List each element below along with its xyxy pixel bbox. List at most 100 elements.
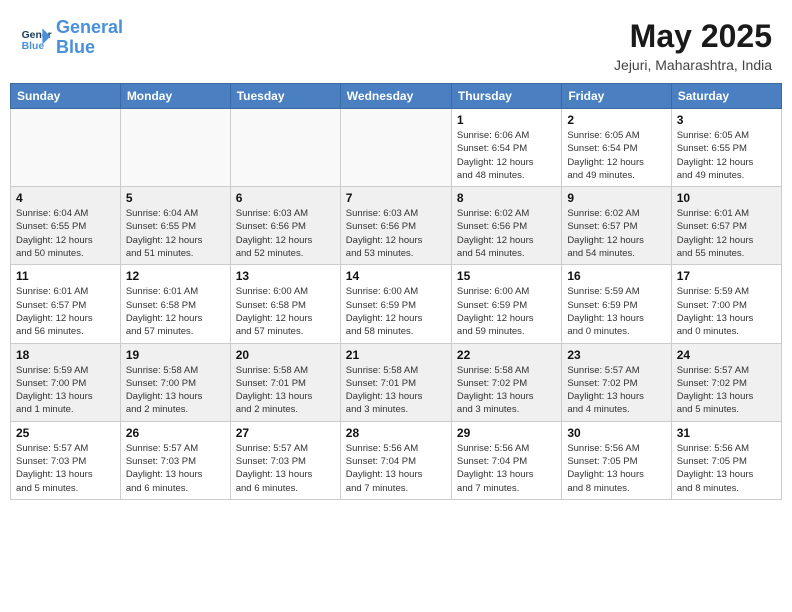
calendar-day-cell: 19 Sunrise: 5:58 AM Sunset: 7:00 PM Dayli… <box>120 343 230 421</box>
day-info: Sunrise: 5:57 AM Sunset: 7:03 PM Dayligh… <box>16 442 115 495</box>
day-number: 29 <box>457 426 556 440</box>
calendar-day-cell: 25Sunrise: 5:57 AM Sunset: 7:03 PM Dayli… <box>11 421 121 499</box>
calendar-week-row: 4 Sunrise: 6:04 AM Sunset: 6:55 PM Daylig… <box>11 187 782 265</box>
day-info: Sunrise: 6:05 AM Sunset: 6:54 PM Dayligh… <box>567 129 665 182</box>
day-number: 30 <box>567 426 665 440</box>
day-number: 12 <box>126 269 225 283</box>
day-info: Sunrise: 6:03 AM Sunset: 6:56 PM Dayligh… <box>346 207 446 260</box>
day-info: Sunrise: 5:56 AM Sunset: 7:04 PM Dayligh… <box>346 442 446 495</box>
day-number: 22 <box>457 348 556 362</box>
main-title: May 2025 <box>614 18 772 55</box>
calendar-day-cell: 12 Sunrise: 6:01 AM Sunset: 6:58 PM Dayli… <box>120 265 230 343</box>
day-info: Sunrise: 5:56 AM Sunset: 7:05 PM Dayligh… <box>567 442 665 495</box>
calendar-week-row: 1 Sunrise: 6:06 AM Sunset: 6:54 PM Daylig… <box>11 109 782 187</box>
day-number: 7 <box>346 191 446 205</box>
calendar-day-cell: 23Sunrise: 5:57 AM Sunset: 7:02 PM Dayli… <box>562 343 671 421</box>
day-number: 24 <box>677 348 776 362</box>
day-info: Sunrise: 5:58 AM Sunset: 7:00 PM Dayligh… <box>126 364 225 417</box>
day-info: Sunrise: 5:58 AM Sunset: 7:01 PM Dayligh… <box>346 364 446 417</box>
calendar-week-row: 18 Sunrise: 5:59 AM Sunset: 7:00 PM Dayli… <box>11 343 782 421</box>
calendar-day-cell: 20 Sunrise: 5:58 AM Sunset: 7:01 PM Dayli… <box>230 343 340 421</box>
day-info: Sunrise: 6:01 AM Sunset: 6:58 PM Dayligh… <box>126 285 225 338</box>
calendar-week-row: 25Sunrise: 5:57 AM Sunset: 7:03 PM Dayli… <box>11 421 782 499</box>
day-number: 15 <box>457 269 556 283</box>
day-number: 28 <box>346 426 446 440</box>
calendar-day-cell: 1 Sunrise: 6:06 AM Sunset: 6:54 PM Daylig… <box>451 109 561 187</box>
day-number: 16 <box>567 269 665 283</box>
weekday-monday: Monday <box>120 84 230 109</box>
calendar-day-cell: 17 Sunrise: 5:59 AM Sunset: 7:00 PM Dayli… <box>671 265 781 343</box>
weekday-sunday: Sunday <box>11 84 121 109</box>
calendar-day-cell: 31Sunrise: 5:56 AM Sunset: 7:05 PM Dayli… <box>671 421 781 499</box>
day-info: Sunrise: 6:04 AM Sunset: 6:55 PM Dayligh… <box>126 207 225 260</box>
day-number: 17 <box>677 269 776 283</box>
logo-text: GeneralBlue <box>56 18 123 58</box>
calendar-day-cell <box>120 109 230 187</box>
weekday-wednesday: Wednesday <box>340 84 451 109</box>
day-info: Sunrise: 5:57 AM Sunset: 7:02 PM Dayligh… <box>677 364 776 417</box>
calendar-day-cell: 9Sunrise: 6:02 AM Sunset: 6:57 PM Daylig… <box>562 187 671 265</box>
weekday-header-row: SundayMondayTuesdayWednesdayThursdayFrid… <box>11 84 782 109</box>
day-number: 11 <box>16 269 115 283</box>
calendar: SundayMondayTuesdayWednesdayThursdayFrid… <box>10 83 782 500</box>
day-number: 19 <box>126 348 225 362</box>
calendar-day-cell: 10 Sunrise: 6:01 AM Sunset: 6:57 PM Dayli… <box>671 187 781 265</box>
day-info: Sunrise: 6:03 AM Sunset: 6:56 PM Dayligh… <box>236 207 335 260</box>
calendar-day-cell: 13Sunrise: 6:00 AM Sunset: 6:58 PM Dayli… <box>230 265 340 343</box>
day-info: Sunrise: 5:57 AM Sunset: 7:03 PM Dayligh… <box>126 442 225 495</box>
title-area: May 2025 Jejuri, Maharashtra, India <box>614 18 772 73</box>
calendar-day-cell: 5 Sunrise: 6:04 AM Sunset: 6:55 PM Daylig… <box>120 187 230 265</box>
calendar-day-cell: 3Sunrise: 6:05 AM Sunset: 6:55 PM Daylig… <box>671 109 781 187</box>
calendar-day-cell: 28 Sunrise: 5:56 AM Sunset: 7:04 PM Dayli… <box>340 421 451 499</box>
day-number: 18 <box>16 348 115 362</box>
calendar-week-row: 11 Sunrise: 6:01 AM Sunset: 6:57 PM Dayli… <box>11 265 782 343</box>
day-info: Sunrise: 6:02 AM Sunset: 6:56 PM Dayligh… <box>457 207 556 260</box>
logo: General Blue GeneralBlue <box>20 18 123 58</box>
day-number: 4 <box>16 191 115 205</box>
day-info: Sunrise: 5:57 AM Sunset: 7:03 PM Dayligh… <box>236 442 335 495</box>
calendar-day-cell: 4 Sunrise: 6:04 AM Sunset: 6:55 PM Daylig… <box>11 187 121 265</box>
day-info: Sunrise: 5:58 AM Sunset: 7:02 PM Dayligh… <box>457 364 556 417</box>
weekday-friday: Friday <box>562 84 671 109</box>
calendar-day-cell: 29Sunrise: 5:56 AM Sunset: 7:04 PM Dayli… <box>451 421 561 499</box>
calendar-day-cell: 6Sunrise: 6:03 AM Sunset: 6:56 PM Daylig… <box>230 187 340 265</box>
day-info: Sunrise: 5:59 AM Sunset: 7:00 PM Dayligh… <box>16 364 115 417</box>
day-number: 1 <box>457 113 556 127</box>
calendar-day-cell: 14Sunrise: 6:00 AM Sunset: 6:59 PM Dayli… <box>340 265 451 343</box>
day-number: 5 <box>126 191 225 205</box>
day-info: Sunrise: 6:06 AM Sunset: 6:54 PM Dayligh… <box>457 129 556 182</box>
calendar-day-cell: 15 Sunrise: 6:00 AM Sunset: 6:59 PM Dayli… <box>451 265 561 343</box>
day-number: 20 <box>236 348 335 362</box>
day-number: 3 <box>677 113 776 127</box>
day-info: Sunrise: 6:04 AM Sunset: 6:55 PM Dayligh… <box>16 207 115 260</box>
day-info: Sunrise: 5:58 AM Sunset: 7:01 PM Dayligh… <box>236 364 335 417</box>
svg-text:Blue: Blue <box>22 41 45 52</box>
calendar-day-cell: 27Sunrise: 5:57 AM Sunset: 7:03 PM Dayli… <box>230 421 340 499</box>
calendar-day-cell: 16 Sunrise: 5:59 AM Sunset: 6:59 PM Dayli… <box>562 265 671 343</box>
calendar-day-cell: 7 Sunrise: 6:03 AM Sunset: 6:56 PM Daylig… <box>340 187 451 265</box>
calendar-day-cell: 21 Sunrise: 5:58 AM Sunset: 7:01 PM Dayli… <box>340 343 451 421</box>
weekday-thursday: Thursday <box>451 84 561 109</box>
calendar-day-cell: 22 Sunrise: 5:58 AM Sunset: 7:02 PM Dayli… <box>451 343 561 421</box>
day-number: 8 <box>457 191 556 205</box>
day-info: Sunrise: 5:59 AM Sunset: 7:00 PM Dayligh… <box>677 285 776 338</box>
day-info: Sunrise: 6:00 AM Sunset: 6:59 PM Dayligh… <box>346 285 446 338</box>
day-number: 10 <box>677 191 776 205</box>
calendar-day-cell <box>11 109 121 187</box>
weekday-tuesday: Tuesday <box>230 84 340 109</box>
day-number: 2 <box>567 113 665 127</box>
header: General Blue GeneralBlue May 2025 Jejuri… <box>10 10 782 79</box>
calendar-day-cell: 18 Sunrise: 5:59 AM Sunset: 7:00 PM Dayli… <box>11 343 121 421</box>
calendar-day-cell: 2 Sunrise: 6:05 AM Sunset: 6:54 PM Daylig… <box>562 109 671 187</box>
calendar-day-cell: 24 Sunrise: 5:57 AM Sunset: 7:02 PM Dayli… <box>671 343 781 421</box>
logo-icon: General Blue <box>20 22 52 54</box>
day-number: 26 <box>126 426 225 440</box>
day-info: Sunrise: 6:00 AM Sunset: 6:59 PM Dayligh… <box>457 285 556 338</box>
day-info: Sunrise: 6:02 AM Sunset: 6:57 PM Dayligh… <box>567 207 665 260</box>
calendar-day-cell: 30 Sunrise: 5:56 AM Sunset: 7:05 PM Dayli… <box>562 421 671 499</box>
day-number: 21 <box>346 348 446 362</box>
day-info: Sunrise: 6:01 AM Sunset: 6:57 PM Dayligh… <box>677 207 776 260</box>
day-info: Sunrise: 5:59 AM Sunset: 6:59 PM Dayligh… <box>567 285 665 338</box>
day-number: 23 <box>567 348 665 362</box>
day-info: Sunrise: 6:01 AM Sunset: 6:57 PM Dayligh… <box>16 285 115 338</box>
